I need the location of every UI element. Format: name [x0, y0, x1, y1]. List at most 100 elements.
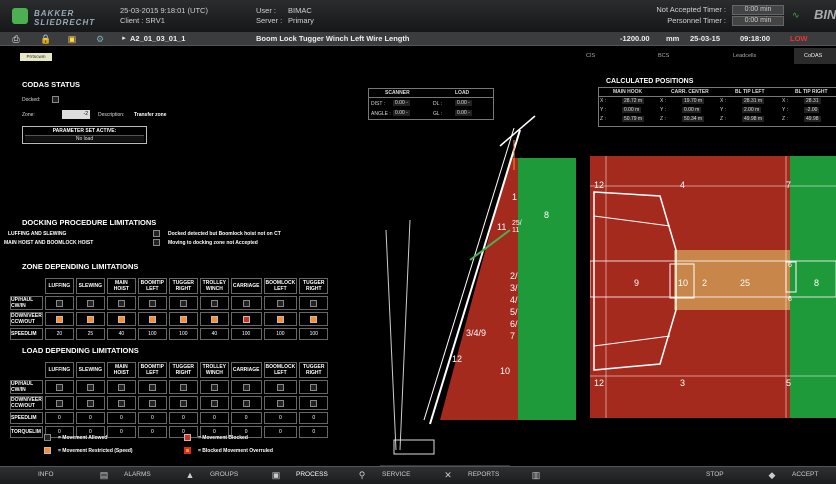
speed-cell: 25: [75, 328, 105, 340]
col-header: CARRIAGE: [230, 278, 262, 294]
docked-label: Docked:: [22, 97, 41, 103]
view-tabs: CIS BCS Leadcells CoDAS: [560, 48, 836, 64]
speed-cell: 0: [44, 412, 74, 424]
mast-line: [385, 229, 397, 451]
side-zone-11: 11: [497, 222, 507, 232]
tools-icon: ✕: [444, 470, 452, 480]
top-zone-3: 3: [680, 378, 686, 388]
speed-cell: 100: [299, 328, 329, 340]
legend-overruled: = Blocked Movement Overruled: [198, 448, 273, 454]
tab-loadcells[interactable]: Leadcells: [733, 48, 756, 64]
top-zone-12a: 12: [594, 180, 605, 190]
corner: [10, 278, 43, 294]
movement-cell: [137, 296, 167, 310]
tab-codas[interactable]: CoDAS: [794, 48, 836, 64]
movement-indicator: [117, 383, 125, 391]
green-zone-side: [518, 158, 576, 420]
speed-cell: 0: [75, 412, 105, 424]
movement-cell: [106, 312, 136, 326]
docking-l2: MAIN HOIST AND BOOMLOCK HOIST: [4, 240, 94, 246]
movement-indicator: [310, 299, 318, 307]
calc-cell: X :: [782, 98, 789, 104]
col-header: MAIN HOIST: [106, 278, 136, 294]
movement-indicator: [117, 315, 125, 323]
timer1-label: Not Accepted Timer :: [656, 5, 726, 14]
speed-cell: 100: [168, 328, 198, 340]
movement-cell: [106, 296, 136, 310]
dist-label: DIST :: [371, 101, 386, 107]
zone-lim-table: LUFFING SLEWING MAIN HOIST BOOMTIP LEFT TUGG…: [8, 276, 330, 342]
movement-cell: [44, 380, 74, 394]
nav-accept[interactable]: ACCEPT: [792, 471, 818, 478]
movement-cell: [168, 380, 198, 394]
calc-cell: Z :: [782, 116, 788, 122]
col-header: TUGGER RIGHT: [168, 278, 198, 294]
timer1-value: 0:00 min: [732, 5, 784, 15]
brand-right: BIN: [814, 7, 836, 22]
docked-checkbox: [52, 96, 59, 103]
row-label: UP/HAUL CW/IN: [10, 380, 43, 394]
legend-restricted-swatch: [44, 447, 51, 454]
col-header: TROLLEY WINCH: [199, 362, 229, 378]
nav-info[interactable]: INFO: [38, 471, 54, 478]
row-label: DOWN/VEER CCW/OUT: [10, 396, 43, 410]
nav-service[interactable]: SERVICE: [382, 471, 410, 478]
movement-cell: [75, 396, 105, 410]
expand-arrow-icon[interactable]: ▸: [118, 33, 130, 45]
calc-cell: Z :: [720, 116, 726, 122]
report-icon: ▥: [531, 470, 541, 480]
speed-cell: 100: [263, 328, 298, 340]
movement-indicator: [55, 315, 63, 323]
movement-cell: [106, 380, 136, 394]
movement-indicator: [86, 315, 94, 323]
codas-title: CODAS STATUS: [22, 80, 81, 89]
torque-cell: 0: [299, 426, 329, 438]
tan-zone-top: [674, 250, 790, 310]
col-header: LUFFING: [44, 278, 74, 294]
alarm-time: 09:18:00: [740, 34, 771, 43]
alarm-date: 25-03-15: [690, 34, 721, 43]
movement-indicator: [148, 399, 156, 407]
nav-stop[interactable]: STOP: [706, 471, 724, 478]
heartbeat-icon: ∿: [792, 10, 800, 20]
nav-alarms[interactable]: ALARMS: [124, 471, 151, 478]
load-lim-title: LOAD DEPENDING LIMITATIONS: [22, 346, 139, 355]
monitor-icon[interactable]: ▣: [66, 33, 78, 45]
nav-reports[interactable]: REPORTS: [468, 471, 499, 478]
calc-cell: 2.00 m: [742, 107, 762, 113]
movement-cell: [199, 312, 229, 326]
col-header: CARRIAGE: [230, 362, 262, 378]
server-value: Primary: [288, 16, 314, 25]
movement-indicator: [148, 299, 156, 307]
lock-icon[interactable]: 🔒: [40, 33, 52, 45]
mast-line-2: [399, 219, 411, 451]
tab-bcs[interactable]: BCS: [658, 48, 669, 64]
nav-groups[interactable]: GROUPS: [210, 471, 238, 478]
network-icon[interactable]: ⚙: [94, 33, 106, 45]
top-zone-12b: 12: [594, 378, 605, 388]
dist-value: 0.00 -: [393, 100, 410, 106]
side-zone-25-11: 25/ 11: [512, 220, 522, 234]
docking-r2-indicator: [153, 239, 160, 246]
zone-lim-title: ZONE DEPENDING LIMITATIONS: [22, 262, 139, 271]
speed-cell: 0: [137, 412, 167, 424]
movement-cell: [168, 296, 198, 310]
movement-indicator: [86, 299, 94, 307]
calc-title: CALCULATED POSITIONS: [606, 78, 694, 85]
parameter-label: PARAMETER SET ACTIVE:: [52, 128, 117, 134]
movement-indicator: [310, 399, 318, 407]
side-zone-10: 10: [500, 366, 511, 376]
calc-cell: 50.79 m: [622, 116, 645, 122]
breadcrumb: A2_01_03_01_1: [130, 34, 186, 43]
col-header: TUGGER RIGHT: [168, 362, 198, 378]
tab-cis[interactable]: CIS: [586, 48, 595, 64]
calc-cell: 28.72 m: [622, 98, 645, 104]
nav-process[interactable]: PROCESS: [296, 471, 328, 478]
calc-cell: X :: [660, 98, 667, 104]
alarm-value: -1200.00: [620, 34, 650, 43]
legend-blocked: = Movement Blocked: [198, 435, 248, 441]
crane-top-view: [590, 156, 836, 418]
movement-cell: [168, 312, 198, 326]
print-icon[interactable]: ⎙: [10, 33, 22, 45]
row-label: SPEEDLIM: [10, 328, 43, 340]
